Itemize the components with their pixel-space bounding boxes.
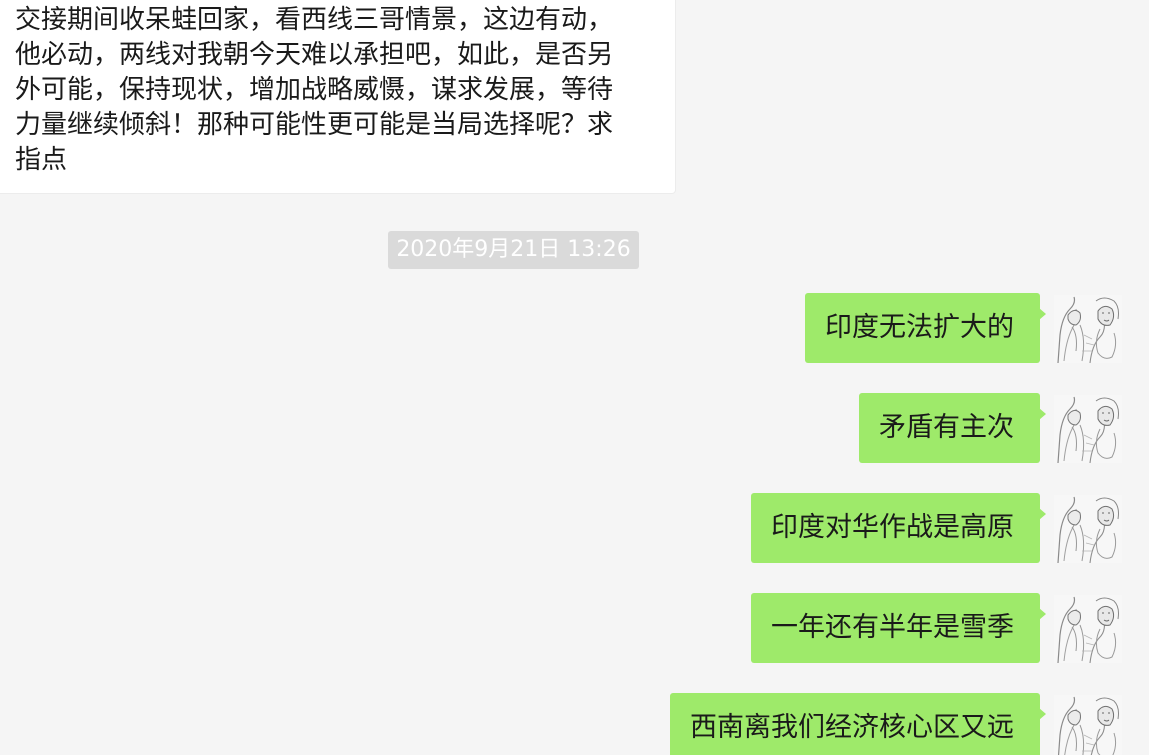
outgoing-message-bubble[interactable]: 印度对华作战是高原 (751, 493, 1040, 563)
outgoing-message-row: 西南离我们经济核心区又远 (0, 693, 1149, 755)
outgoing-message-row: 印度无法扩大的 (0, 293, 1149, 363)
outgoing-message-bubble[interactable]: 一年还有半年是雪季 (751, 593, 1040, 663)
incoming-message-bubble[interactable]: 交接期间收呆蛙回家，看西线三哥情景，这边有动， 他必动，两线对我朝今天难以承担吧… (0, 0, 676, 194)
message-text-line: 交接期间收呆蛙回家，看西线三哥情景，这边有动， (15, 5, 614, 35)
sketch-portrait-avatar-icon[interactable] (1054, 395, 1122, 463)
bubble-tail (1039, 408, 1046, 420)
outgoing-message-row: 印度对华作战是高原 (0, 493, 1149, 563)
message-text-line: 他必动，两线对我朝今天难以承担吧，如此，是否另 (15, 40, 614, 70)
outgoing-message-bubble[interactable]: 印度无法扩大的 (805, 293, 1040, 363)
outgoing-message-row: 矛盾有主次 (0, 393, 1149, 463)
bubble-tail (1039, 308, 1046, 320)
bubble-tail (1039, 708, 1046, 720)
outgoing-message-row: 一年还有半年是雪季 (0, 593, 1149, 663)
bubble-tail (1039, 608, 1046, 620)
sketch-portrait-avatar-icon[interactable] (1054, 695, 1122, 755)
outgoing-message-bubble[interactable]: 西南离我们经济核心区又远 (670, 693, 1040, 755)
message-text-line: 外可能，保持现状，增加战略威慑，谋求发展，等待 (15, 75, 614, 105)
chat-message-area[interactable]: 交接期间收呆蛙回家，看西线三哥情景，这边有动， 他必动，两线对我朝今天难以承担吧… (0, 0, 1149, 755)
bubble-tail (1039, 508, 1046, 520)
sketch-portrait-avatar-icon[interactable] (1054, 495, 1122, 563)
message-timestamp: 2020年9月21日 13:26 (388, 231, 639, 269)
message-text-line: 力量继续倾斜！那种可能性更可能是当局选择呢？求 (15, 110, 614, 140)
outgoing-message-bubble[interactable]: 矛盾有主次 (859, 393, 1040, 463)
sketch-portrait-avatar-icon[interactable] (1054, 595, 1122, 663)
message-text-line: 指点 (15, 145, 68, 175)
sketch-portrait-avatar-icon[interactable] (1054, 295, 1122, 363)
